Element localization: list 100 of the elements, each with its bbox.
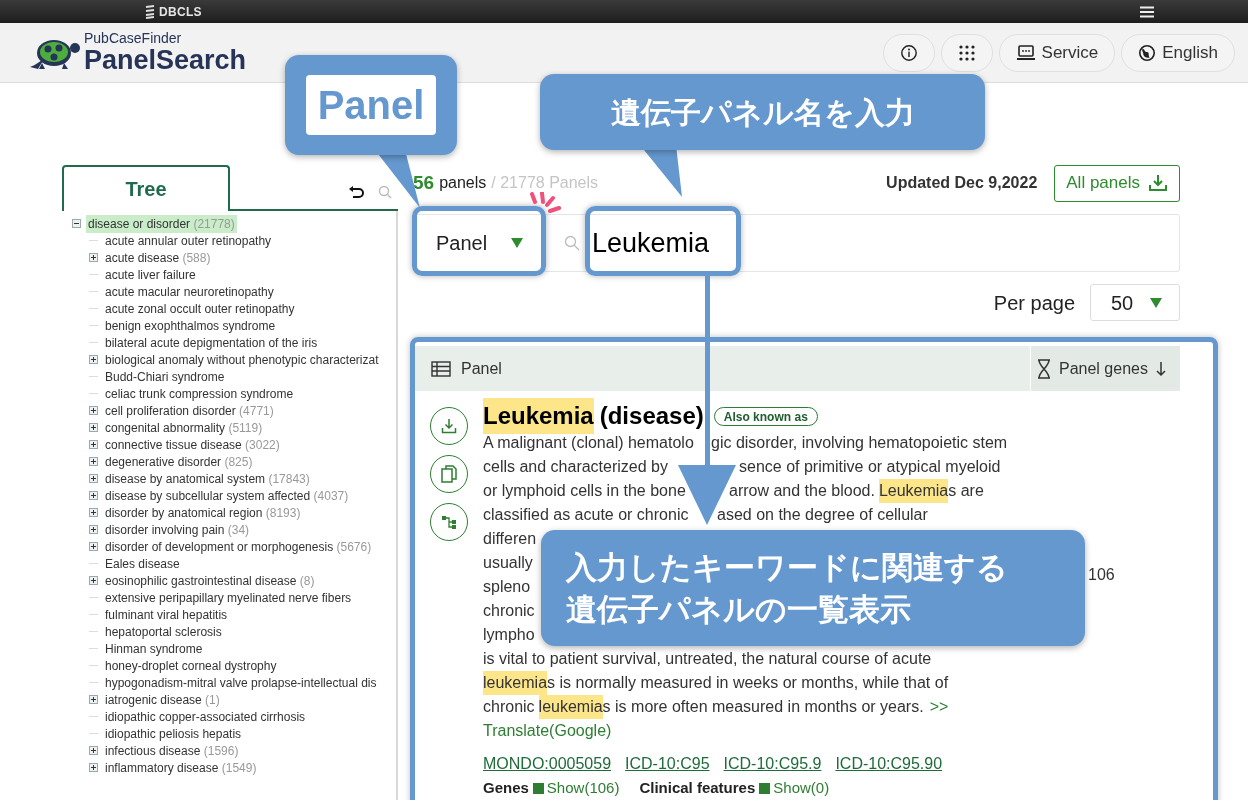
description-text: lympho xyxy=(483,625,535,645)
expand-icon xyxy=(532,782,544,794)
ontology-code-link[interactable]: ICD-10:C95.9 xyxy=(723,752,822,776)
tree-item[interactable]: acute macular neuroretinopathy xyxy=(103,282,276,301)
tree-item[interactable]: acute liver failure xyxy=(103,265,198,284)
logo-subtitle: PubCaseFinder xyxy=(84,31,183,45)
description-text: chronic xyxy=(483,601,535,621)
tree-item[interactable]: disorder involving pain (34) xyxy=(103,520,252,539)
dropdown-caret-icon xyxy=(510,237,524,249)
spark-marks-icon xyxy=(529,192,561,216)
tree-item[interactable]: hepatoportal sclerosis xyxy=(103,622,224,641)
tree-item[interactable]: disease or disorder (21778) xyxy=(86,214,237,233)
expand-toggle-icon[interactable] xyxy=(89,355,98,364)
tree-item[interactable]: idiopathic peliosis hepatis xyxy=(103,724,244,743)
tree-item[interactable]: inflammatory disease (1549) xyxy=(103,758,259,777)
search-icon xyxy=(564,235,580,251)
info-button[interactable] xyxy=(882,33,935,72)
callout-text: 遺伝子パネル名を入力 xyxy=(610,93,915,132)
copy-icon xyxy=(441,465,457,483)
tree-item[interactable]: benign exophthalmos syndrome xyxy=(103,316,278,335)
globe-icon xyxy=(1138,43,1157,62)
result-count: 56 xyxy=(413,170,435,195)
collapse-toggle-icon[interactable] xyxy=(72,219,81,228)
more-link[interactable]: >> xyxy=(929,695,949,719)
tree-item[interactable]: extensive peripapillary myelinated nerve fibers xyxy=(103,588,354,607)
column-header[interactable]: Panel genes xyxy=(1030,346,1180,391)
tree-item[interactable]: Eales disease xyxy=(103,554,182,573)
undo-icon[interactable] xyxy=(348,185,364,199)
description-text: arrow and the blood. xyxy=(729,481,875,501)
download-icon xyxy=(1148,174,1168,192)
logo-title: PanelSearch xyxy=(84,47,247,74)
tree-item[interactable]: honey-droplet corneal dystrophy xyxy=(103,656,279,675)
tree-item[interactable]: fulminant viral hepatitis xyxy=(103,605,230,624)
tree-item[interactable]: disorder by anatomical region (8193) xyxy=(103,503,303,522)
all-panels-download-button[interactable]: All panels xyxy=(1054,164,1180,202)
show-features-link[interactable]: Show(0) xyxy=(773,777,830,800)
hierarchy-icon xyxy=(441,514,457,530)
tree-item[interactable]: acute annular outer retinopathy xyxy=(103,231,274,250)
tree-item[interactable]: celiac trunk compression syndrome xyxy=(103,384,296,403)
expand-toggle-icon[interactable] xyxy=(89,746,98,755)
expand-toggle-icon[interactable] xyxy=(89,406,98,415)
tree-item[interactable]: iatrogenic disease (1) xyxy=(103,690,222,709)
description-text: differen xyxy=(483,529,537,549)
column-header[interactable]: Panel xyxy=(461,356,502,381)
tree-item[interactable]: connective tissue disease (3022) xyxy=(103,435,282,454)
show-genes-link[interactable]: Show(106) xyxy=(546,777,620,800)
genes-label: Genes xyxy=(483,778,529,798)
expand-toggle-icon[interactable] xyxy=(89,763,98,772)
apps-button[interactable] xyxy=(940,33,993,72)
description-text: s is normally measured in weeks or months, while that of xyxy=(547,673,949,693)
tree-item[interactable]: disease by subcellular system affected (4037) xyxy=(103,486,351,505)
clinical-features-label: Clinical features xyxy=(639,778,756,798)
description-text: chronic xyxy=(483,697,535,717)
expand-toggle-icon[interactable] xyxy=(89,576,98,585)
description-text: s are xyxy=(948,481,984,501)
tree-item[interactable]: idiopathic copper-associated cirrhosis xyxy=(103,707,308,726)
tree-item[interactable]: infectious disease (1596) xyxy=(103,741,241,760)
tree-item[interactable]: cell proliferation disorder (4771) xyxy=(103,401,276,420)
tree-item[interactable]: disorder of development or morphogenesis (5676) xyxy=(103,537,374,556)
expand-toggle-icon[interactable] xyxy=(89,508,98,517)
tree-item[interactable]: degenerative disorder (825) xyxy=(103,452,255,471)
expand-toggle-icon[interactable] xyxy=(89,440,98,449)
description-text: cells and characterized by xyxy=(483,457,668,477)
ontology-code-link[interactable]: MONDO:0005059 xyxy=(483,752,612,776)
expand-toggle-icon[interactable] xyxy=(89,423,98,432)
expand-toggle-icon[interactable] xyxy=(89,457,98,466)
laptop-icon xyxy=(1015,43,1036,62)
per-page-label: Per page xyxy=(993,290,1075,316)
expand-toggle-icon[interactable] xyxy=(89,491,98,500)
tree-item[interactable]: hypogonadism-mitral valve prolapse-intellectual dis xyxy=(103,673,379,692)
tree-item[interactable]: bilateral acute depigmentation of the iris xyxy=(103,333,320,352)
description-text: spleno xyxy=(483,577,531,597)
menu-icon[interactable] xyxy=(1139,5,1154,18)
callout-label: Panel xyxy=(306,75,436,135)
tree-item[interactable]: acute zonal occult outer retinopathy xyxy=(103,299,297,318)
dropdown-caret-icon xyxy=(1149,296,1163,309)
tree-tab[interactable]: Tree xyxy=(62,165,230,211)
expand-toggle-icon[interactable] xyxy=(89,542,98,551)
callout-text: 入力したキーワードに関連する xyxy=(566,548,1009,587)
ontology-code-link[interactable]: ICD-10:C95 xyxy=(625,752,710,776)
per-page-select[interactable]: 50 xyxy=(1090,284,1180,321)
service-button[interactable]: Service xyxy=(998,33,1116,72)
description-text: usually xyxy=(483,553,533,573)
title-keyword-highlight[interactable]: Leukemia xyxy=(483,398,594,434)
translate-link[interactable]: Translate(Google) xyxy=(483,722,612,739)
tree-item[interactable]: eosinophilic gastrointestinal disease (8) xyxy=(103,571,317,590)
expand-toggle-icon[interactable] xyxy=(89,474,98,483)
tree-item[interactable]: biological anomaly without phenotypic characterizat xyxy=(103,350,381,369)
tree-item[interactable]: acute disease (588) xyxy=(103,248,213,267)
tree-item[interactable]: disease by anatomical system (17843) xyxy=(103,469,312,488)
expand-toggle-icon[interactable] xyxy=(89,525,98,534)
language-button[interactable]: English xyxy=(1121,33,1235,72)
download-icon xyxy=(441,418,457,434)
tree-item[interactable]: Hinman syndrome xyxy=(103,639,205,658)
tree-item[interactable]: Budd-Chiari syndrome xyxy=(103,367,227,386)
expand-toggle-icon[interactable] xyxy=(89,253,98,262)
expand-toggle-icon[interactable] xyxy=(89,695,98,704)
ontology-code-link[interactable]: ICD-10:C95.90 xyxy=(835,752,943,776)
panel-title[interactable]: (disease) xyxy=(599,398,704,434)
tree-item[interactable]: congenital abnormality (5119) xyxy=(103,418,265,437)
